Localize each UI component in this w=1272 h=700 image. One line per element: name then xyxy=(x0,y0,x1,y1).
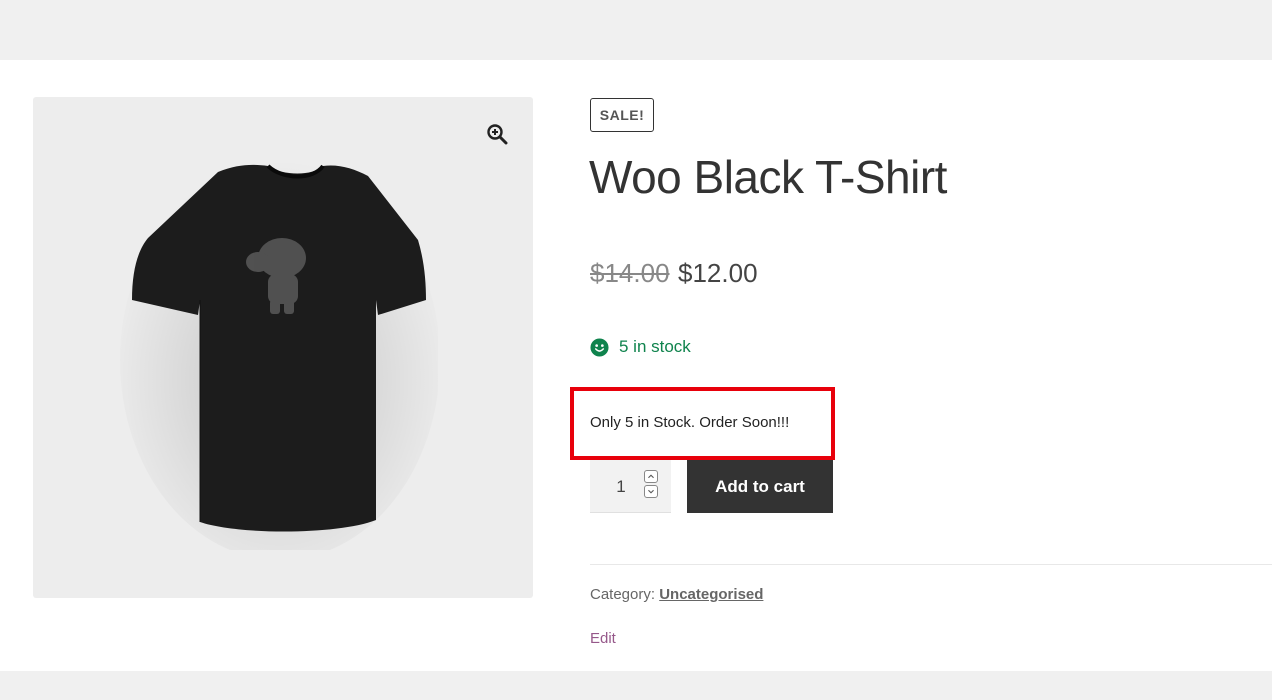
edit-link[interactable]: Edit xyxy=(590,630,616,647)
product-meta: Category: Uncategorised xyxy=(590,586,763,603)
add-to-cart-button[interactable]: Add to cart xyxy=(687,460,833,513)
sale-price: $12.00 xyxy=(678,258,758,288)
quantity-value[interactable]: 1 xyxy=(590,460,652,513)
smiley-icon xyxy=(590,337,609,357)
bottom-bar xyxy=(0,671,1272,700)
zoom-in-icon[interactable] xyxy=(486,123,508,145)
chevron-up-icon[interactable] xyxy=(644,470,658,483)
product-image[interactable] xyxy=(118,150,438,550)
stock-note: Only 5 in Stock. Order Soon!!! xyxy=(590,414,790,431)
stock-status-text: 5 in stock xyxy=(619,337,691,356)
divider xyxy=(590,564,1272,565)
top-bar xyxy=(0,0,1272,60)
quantity-input[interactable]: 1 xyxy=(590,460,671,513)
chevron-down-icon[interactable] xyxy=(644,485,658,498)
stock-status: 5 in stock xyxy=(590,337,691,357)
product-title: Woo Black T-Shirt xyxy=(589,151,947,203)
sale-badge: SALE! xyxy=(590,98,654,132)
category-label: Category: xyxy=(590,586,656,603)
category-link[interactable]: Uncategorised xyxy=(659,586,763,603)
original-price: $14.00 xyxy=(590,258,670,288)
